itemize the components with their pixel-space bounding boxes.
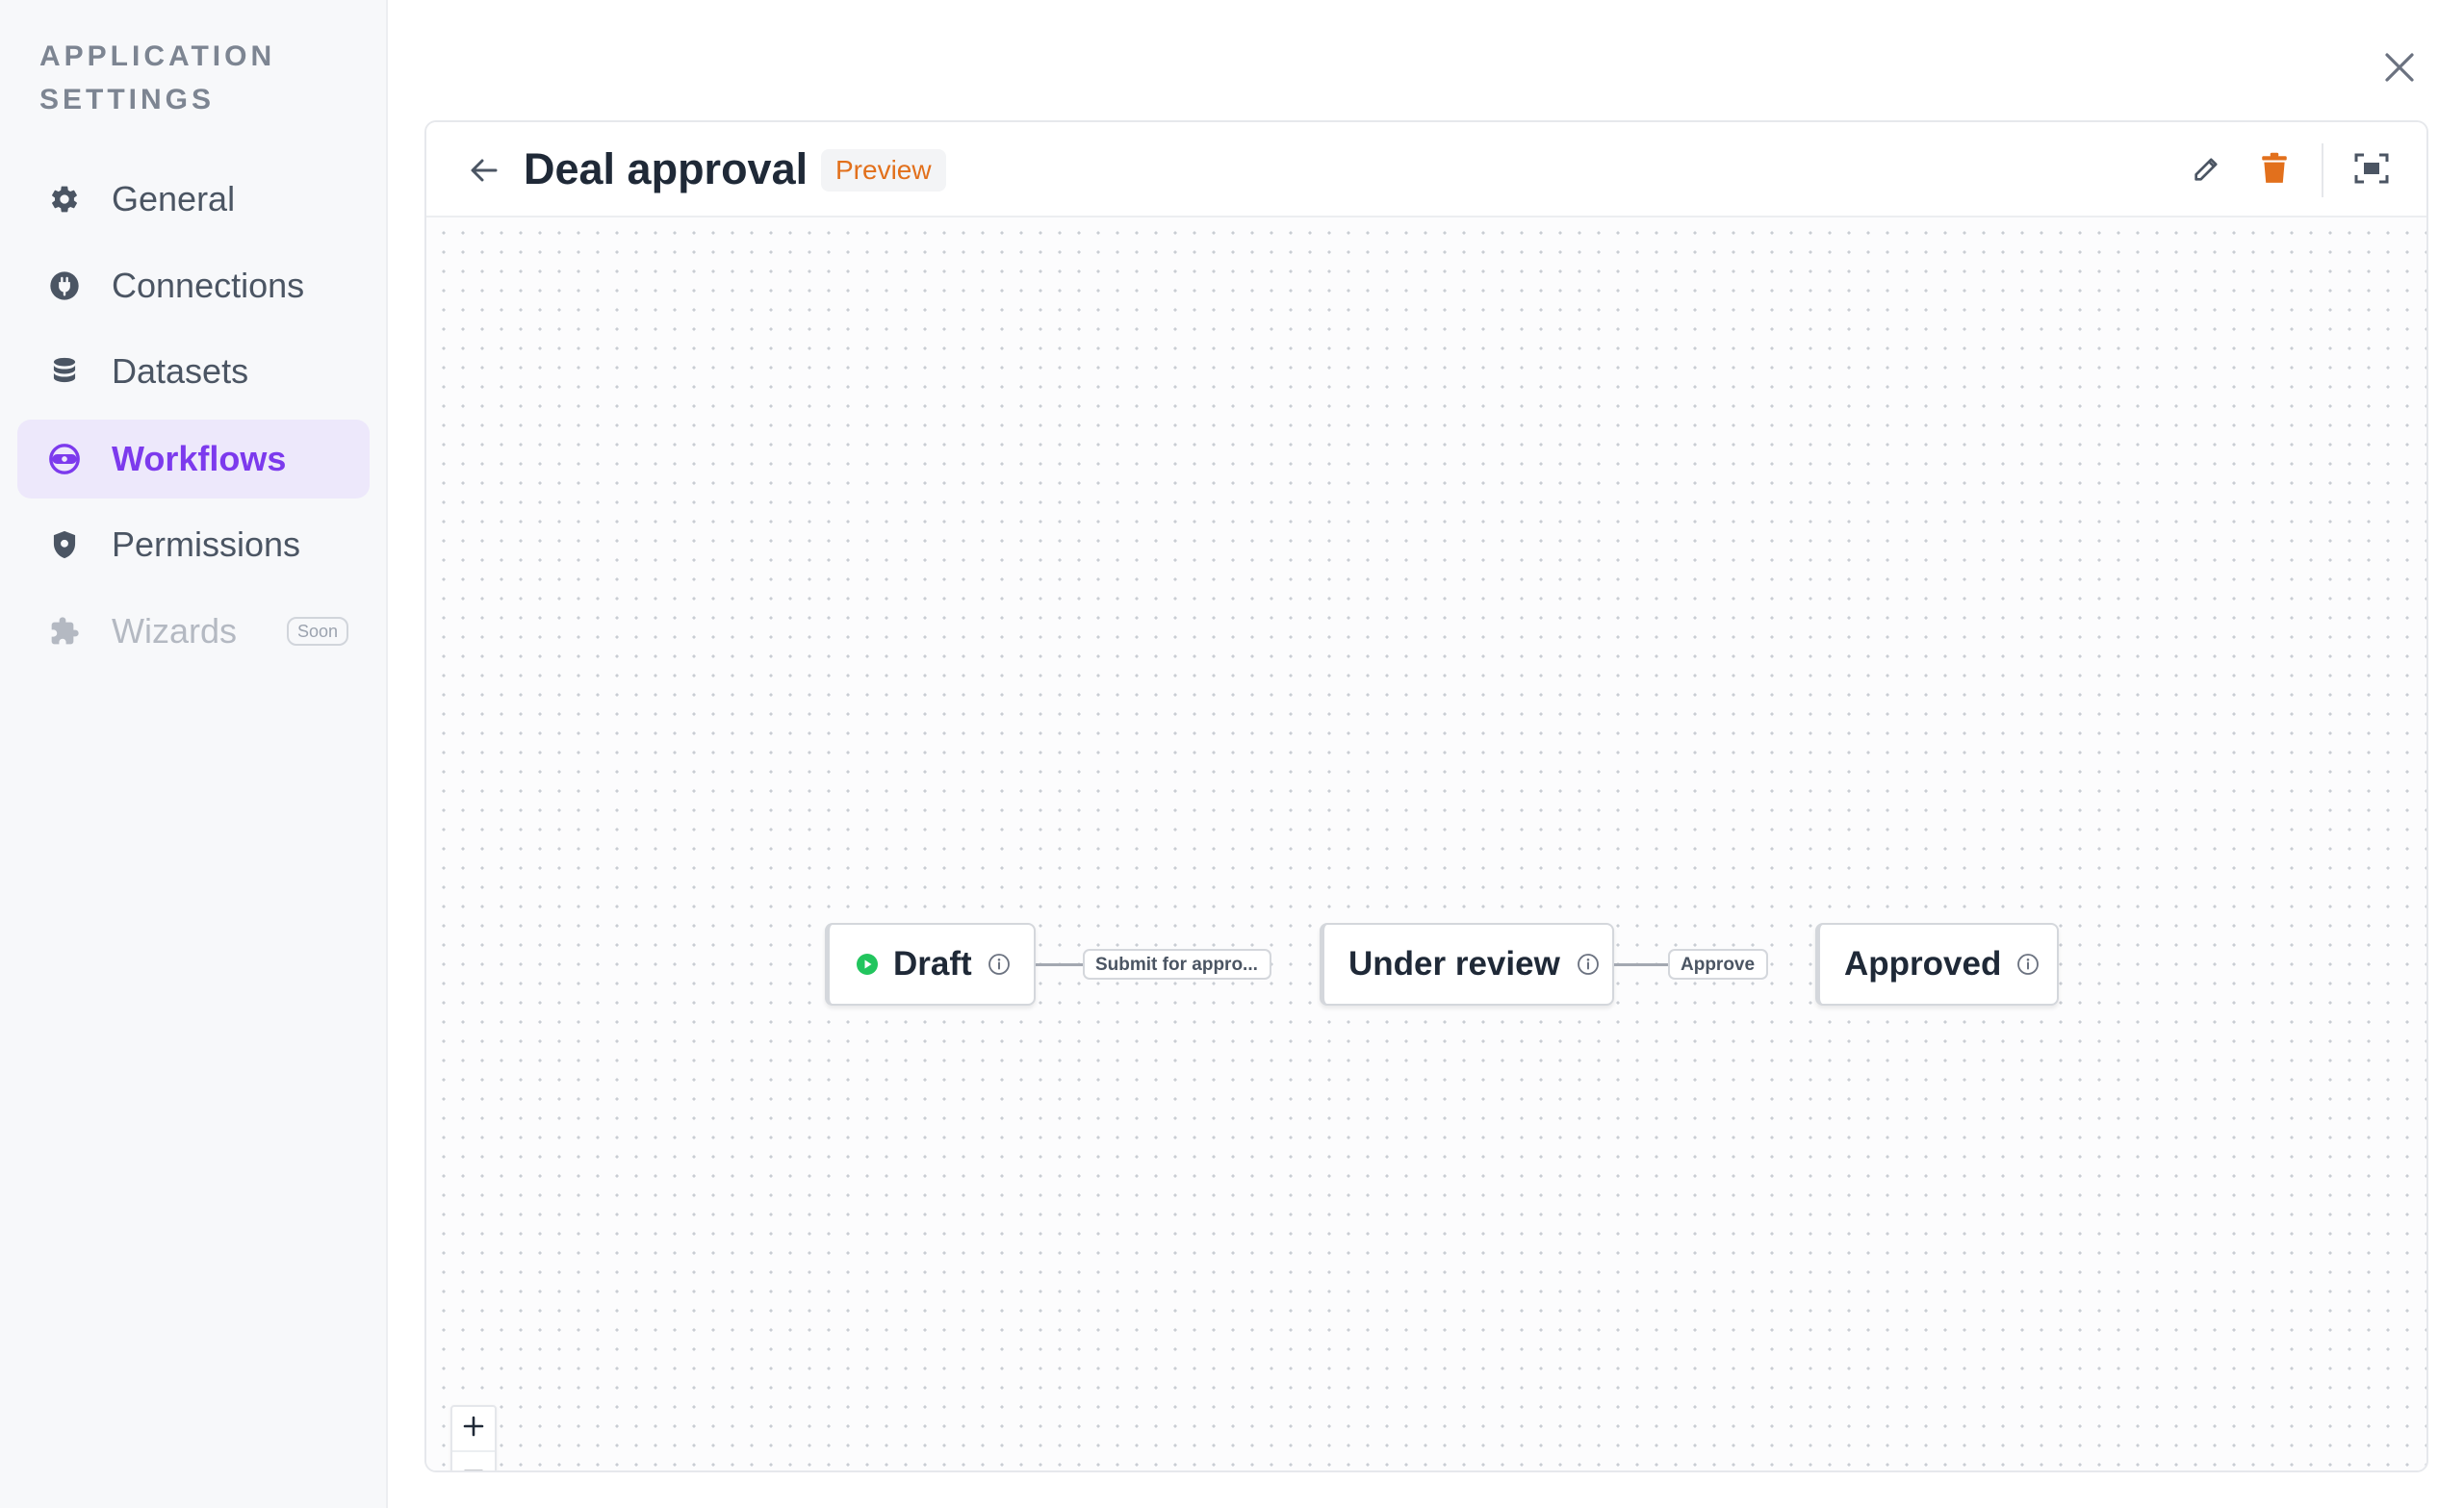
zoom-out-button[interactable]	[452, 1452, 495, 1470]
zoom-controls	[450, 1405, 497, 1470]
node-label: Draft	[893, 945, 972, 983]
trash-icon	[2260, 152, 2289, 190]
workflow-node-approved[interactable]: Approved	[1815, 923, 2059, 1006]
info-icon[interactable]	[988, 953, 1011, 976]
workflow-node-draft[interactable]: Draft	[825, 923, 1036, 1006]
info-icon[interactable]	[2016, 953, 2040, 976]
shield-icon	[48, 528, 81, 561]
edit-button[interactable]	[2188, 151, 2226, 190]
settings-sidebar: APPLICATION SETTINGS General Connections…	[0, 0, 388, 1508]
edge-label-approve[interactable]: Approve	[1668, 949, 1768, 980]
sidebar-title: APPLICATION SETTINGS	[39, 40, 276, 115]
sidebar-item-label: Permissions	[112, 524, 301, 564]
sidebar-item-connections[interactable]: Connections	[17, 246, 370, 325]
sidebar-item-label: Workflows	[112, 439, 287, 478]
gear-icon	[48, 183, 81, 216]
edit-icon	[2191, 152, 2223, 190]
back-button[interactable]	[467, 153, 501, 188]
node-label: Approved	[1844, 945, 2002, 983]
sidebar-item-label: Connections	[112, 266, 305, 305]
header-divider	[2322, 143, 2323, 197]
sidebar-item-wizards: Wizards Soon	[17, 592, 370, 671]
info-icon[interactable]	[1577, 953, 1600, 976]
workflow-header: Deal approval Preview	[426, 122, 2426, 217]
play-circle-icon	[856, 953, 879, 976]
workflow-node-under-review[interactable]: Under review	[1320, 923, 1614, 1006]
database-icon	[48, 355, 81, 388]
sidebar-item-permissions[interactable]: Permissions	[17, 505, 370, 584]
sidebar-item-label: Wizards	[112, 611, 238, 651]
soon-badge: Soon	[287, 617, 349, 646]
sidebar-item-general[interactable]: General	[17, 160, 370, 239]
edge-label-submit[interactable]: Submit for appro...	[1083, 949, 1271, 980]
workflow-title: Deal approval	[524, 144, 808, 193]
zoom-out-icon	[462, 1460, 485, 1470]
sidebar-item-datasets[interactable]: Datasets	[17, 332, 370, 411]
arrow-left-icon	[467, 159, 501, 192]
close-button[interactable]	[2380, 48, 2419, 87]
node-label: Under review	[1348, 945, 1560, 983]
zoom-in-icon	[462, 1415, 485, 1443]
sidebar-item-label: Datasets	[112, 351, 249, 391]
fit-screen-icon	[2354, 152, 2389, 190]
preview-badge: Preview	[821, 149, 946, 192]
close-icon	[2380, 53, 2419, 90]
sidebar-item-workflows[interactable]: Workflows	[17, 420, 370, 498]
workflow-canvas[interactable]: Draft Submit for appro... Under review A…	[426, 217, 2426, 1470]
puzzle-icon	[48, 615, 81, 648]
delete-button[interactable]	[2255, 151, 2294, 190]
fit-screen-button[interactable]	[2352, 151, 2391, 190]
workflow-icon	[48, 443, 81, 475]
plug-icon	[48, 269, 81, 302]
sidebar-item-label: General	[112, 179, 236, 218]
zoom-in-button[interactable]	[452, 1407, 495, 1452]
workflow-panel: Deal approval Preview Draft Submit for a…	[424, 120, 2428, 1472]
